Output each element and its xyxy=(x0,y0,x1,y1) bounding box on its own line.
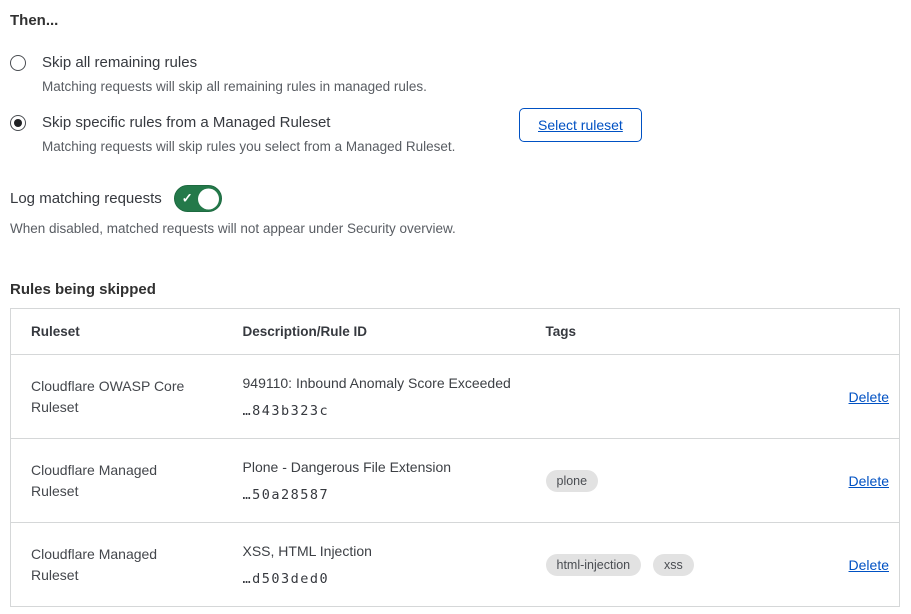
tags-cell xyxy=(526,355,756,439)
option-skip-all-remaining: Skip all remaining rules Matching reques… xyxy=(10,53,901,96)
option-description: Matching requests will skip rules you se… xyxy=(42,138,455,156)
tags-cell: plone xyxy=(526,439,756,523)
radio-skip-all-remaining[interactable] xyxy=(10,55,26,71)
log-toggle-switch[interactable]: ✓ xyxy=(174,185,222,212)
option-description: Matching requests will skip all remainin… xyxy=(42,78,427,96)
ruleset-name: Cloudflare Managed Ruleset xyxy=(31,544,196,586)
log-toggle-label: Log matching requests xyxy=(10,190,162,207)
ruleset-name: Cloudflare OWASP Core Ruleset xyxy=(31,376,196,418)
column-header-ruleset: Ruleset xyxy=(11,309,223,355)
rules-being-skipped-table: Ruleset Description/Rule ID Tags Cloudfl… xyxy=(10,308,900,607)
option-text: Skip all remaining rules Matching reques… xyxy=(42,53,427,96)
column-header-actions xyxy=(756,309,900,355)
tag-pill: html-injection xyxy=(546,554,642,576)
toggle-knob xyxy=(198,188,219,209)
option-text: Skip specific rules from a Managed Rules… xyxy=(42,113,455,156)
rule-id: …d503ded0 xyxy=(243,571,516,587)
table-header-row: Ruleset Description/Rule ID Tags xyxy=(11,309,900,355)
select-ruleset-button[interactable]: Select ruleset xyxy=(519,108,642,142)
delete-link[interactable]: Delete xyxy=(849,389,889,405)
tag-pill: plone xyxy=(546,470,599,492)
log-toggle-description: When disabled, matched requests will not… xyxy=(10,221,901,236)
log-matching-requests-row: Log matching requests ✓ xyxy=(10,185,901,212)
table-row: Cloudflare Managed Ruleset Plone - Dange… xyxy=(11,439,900,523)
check-icon: ✓ xyxy=(182,190,193,206)
tag-pill: xss xyxy=(653,554,694,576)
table-row: Cloudflare Managed Ruleset XSS, HTML Inj… xyxy=(11,523,900,607)
rule-description: 949110: Inbound Anomaly Score Exceeded xyxy=(243,374,516,393)
radio-skip-specific-rules[interactable] xyxy=(10,115,26,131)
then-heading: Then... xyxy=(10,12,901,29)
tags-cell: html-injection xss xyxy=(526,523,756,607)
rule-description: Plone - Dangerous File Extension xyxy=(243,458,516,477)
rule-id: …843b323c xyxy=(243,403,516,419)
option-label[interactable]: Skip specific rules from a Managed Rules… xyxy=(42,113,455,133)
rule-id: …50a28587 xyxy=(243,487,516,503)
delete-link[interactable]: Delete xyxy=(849,557,889,573)
option-skip-specific-rules: Skip specific rules from a Managed Rules… xyxy=(10,113,901,156)
column-header-tags: Tags xyxy=(526,309,756,355)
skip-options-group: Skip all remaining rules Matching reques… xyxy=(10,53,901,156)
option-label[interactable]: Skip all remaining rules xyxy=(42,53,427,73)
waf-rule-then-panel: Then... Skip all remaining rules Matchin… xyxy=(0,0,911,607)
column-header-description: Description/Rule ID xyxy=(223,309,526,355)
delete-link[interactable]: Delete xyxy=(849,473,889,489)
ruleset-name: Cloudflare Managed Ruleset xyxy=(31,460,196,502)
rule-description: XSS, HTML Injection xyxy=(243,542,516,561)
table-row: Cloudflare OWASP Core Ruleset 949110: In… xyxy=(11,355,900,439)
rules-being-skipped-heading: Rules being skipped xyxy=(10,281,901,298)
